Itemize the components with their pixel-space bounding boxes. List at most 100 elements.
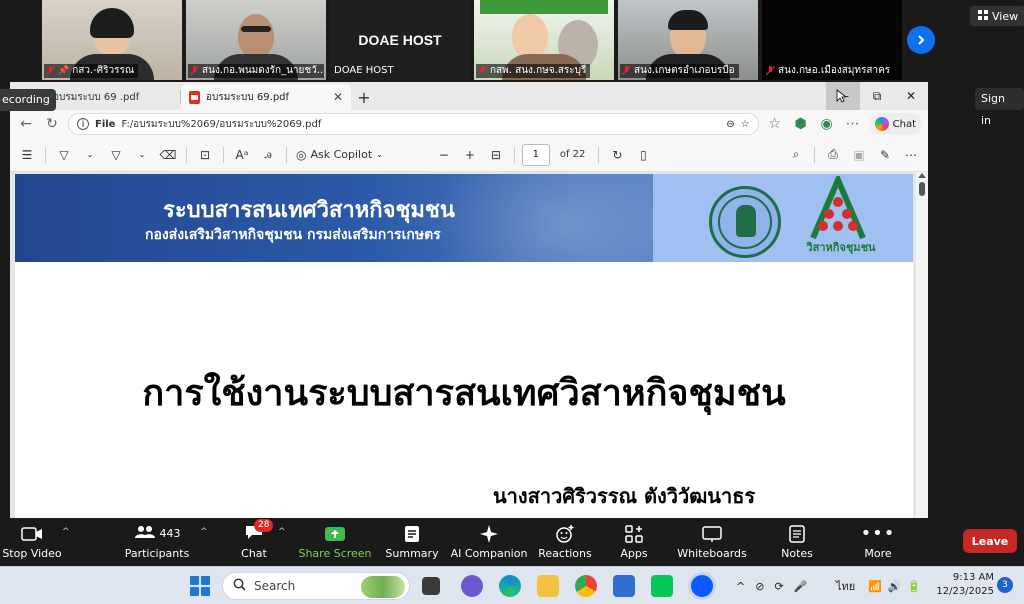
edge-browser-icon[interactable] <box>499 575 521 597</box>
banner-subtitle: กองส่งเสริมวิสาหกิจชุมชน กรมส่งเสริมการเ… <box>145 227 441 243</box>
page-view-icon[interactable]: ▯ <box>632 143 654 167</box>
notes-button[interactable]: Notes <box>778 518 816 564</box>
input-language-indicator[interactable]: ไทย <box>836 567 855 604</box>
share-screen-button[interactable]: Share Screen <box>298 518 372 564</box>
translate-icon[interactable]: ꭿ <box>257 143 279 167</box>
host-label: DOAE HOST <box>358 32 442 48</box>
back-button[interactable]: ← <box>16 114 36 134</box>
banner-title: ระบบสารสนเทศวิสาหกิจชุมชน <box>163 198 455 223</box>
participant-tile[interactable]: สนง.กอ.พนมดงรัก_นายชวั... <box>186 0 326 80</box>
smiley-add-icon <box>555 523 575 545</box>
participant-tile[interactable]: กสพ. สนง.กษจ.สระบุรี <box>474 0 614 80</box>
zoom-control-bar: Stop Video ^ 443 Participants ^ 28 Chat … <box>0 518 1024 564</box>
task-view-icon[interactable] <box>422 577 440 595</box>
page-number-input[interactable]: 1 <box>521 143 550 166</box>
profile-icon[interactable]: ◉ <box>817 114 837 134</box>
reactions-button[interactable]: Reactions <box>538 518 592 564</box>
read-aloud-icon[interactable]: Aᵃ <box>231 143 253 167</box>
microsoft-store-icon[interactable] <box>613 575 635 597</box>
search-icon[interactable]: ⌕ <box>785 143 807 167</box>
participant-tile[interactable]: DOAE HOST DOAE HOST <box>330 0 470 80</box>
stop-video-button[interactable]: Stop Video <box>2 518 62 564</box>
view-button[interactable]: View <box>970 6 1024 26</box>
microphone-icon[interactable]: 🎤 <box>794 580 808 593</box>
participants-button[interactable]: 443 Participants <box>125 518 189 564</box>
close-window-button[interactable]: ✕ <box>894 82 928 110</box>
chat-unread-badge: 28 <box>254 518 274 532</box>
more-options-icon[interactable]: ⋯ <box>900 143 922 167</box>
highlight-icon[interactable]: ▽ <box>53 143 75 167</box>
text-box-icon[interactable]: ⊡ <box>194 143 216 167</box>
contents-icon[interactable]: ☰ <box>16 143 38 167</box>
battery-icon[interactable]: 🔋 <box>907 580 921 593</box>
draw-icon[interactable]: ▽ <box>105 143 127 167</box>
extension-icon[interactable]: ⬢ <box>791 114 811 134</box>
teams-chat-icon[interactable] <box>461 575 483 597</box>
leave-meeting-button[interactable]: Leave <box>963 529 1017 553</box>
participant-tile[interactable]: 📌 กสว.-ศิริวรรณ <box>42 0 182 80</box>
plus-icon: + <box>357 87 371 107</box>
taskbar-clock[interactable]: 9:13 AM 12/23/2025 <box>936 571 994 599</box>
zoom-in-button[interactable]: + <box>459 143 481 167</box>
participants-icon <box>134 525 156 542</box>
chevron-up-icon[interactable]: ^ <box>278 527 286 537</box>
save-icon[interactable]: ▣ <box>848 143 870 167</box>
save-as-icon[interactable]: ✎ <box>874 143 896 167</box>
address-bar: ← ↻ i File F:/อบรมระบบ%2069/อบรมระบบ%206… <box>10 110 928 138</box>
taskbar-search-input[interactable]: Search <box>222 572 410 600</box>
chrome-browser-icon[interactable] <box>575 575 597 597</box>
file-explorer-icon[interactable] <box>537 575 559 597</box>
close-tab-icon[interactable]: ✕ <box>333 90 343 104</box>
participant-tile[interactable]: สนง.กษอ.เมืองสมุทรสาคร <box>762 0 902 80</box>
url-input[interactable]: i File F:/อบรมระบบ%2069/อบรมระบบ%2069.pd… <box>68 113 759 135</box>
chevron-down-icon[interactable]: ⌄ <box>131 143 153 167</box>
rotate-icon[interactable]: ↻ <box>606 143 628 167</box>
tab-training-pdf[interactable]: อบรมระบบ 69.pdf ✕ <box>181 84 351 110</box>
sync-icon[interactable]: ⟳ <box>774 580 783 593</box>
chevron-down-icon[interactable]: ⌄ <box>79 143 101 167</box>
favorites-icon[interactable]: ☆ <box>765 114 785 134</box>
print-icon[interactable]: ⎙ <box>822 143 844 167</box>
chevron-up-icon[interactable]: ^ <box>736 580 745 593</box>
fit-page-icon[interactable]: ⊟ <box>485 143 507 167</box>
copilot-chat-button[interactable]: Chat <box>868 113 922 135</box>
next-page-button[interactable] <box>907 26 935 54</box>
new-tab-button[interactable]: + <box>351 84 377 110</box>
scroll-thumb[interactable] <box>919 182 925 196</box>
apps-button[interactable]: Apps <box>616 518 652 564</box>
logo-caption: วิสาหกิจชุมชน <box>806 241 876 254</box>
zoom-out-button[interactable]: − <box>433 143 455 167</box>
chat-button[interactable]: 28 Chat <box>238 518 274 564</box>
notification-badge[interactable]: 3 <box>997 577 1013 593</box>
screen: 📌 กสว.-ศิริวรรณ สนง.กอ.พนมดงรัก_นายชวั..… <box>0 0 1024 604</box>
refresh-button[interactable]: ↻ <box>42 114 62 134</box>
participant-name: DOAE HOST <box>334 65 394 76</box>
volume-icon[interactable]: 🔊 <box>888 580 902 593</box>
chevron-up-icon[interactable]: ^ <box>200 527 208 537</box>
restore-icon: ⧉ <box>872 88 882 103</box>
participant-name: 📌 กสว.-ศิริวรรณ <box>44 64 139 78</box>
more-menu-icon[interactable]: ⋯ <box>843 114 863 134</box>
pdf-scrollbar[interactable] <box>916 172 928 518</box>
mic-muted-icon <box>190 66 199 76</box>
ask-copilot-button[interactable]: ◎ Ask Copilot ⌄ <box>294 143 385 167</box>
wifi-icon[interactable]: 📶 <box>868 580 882 593</box>
whiteboards-button[interactable]: Whiteboards <box>677 518 747 564</box>
more-button[interactable]: ••• More <box>860 518 896 564</box>
favorite-star-icon[interactable]: ☆ <box>741 119 750 130</box>
line-app-icon[interactable] <box>651 575 673 597</box>
eraser-icon[interactable]: ⌫ <box>157 143 179 167</box>
ai-companion-button[interactable]: AI Companion <box>451 518 527 564</box>
pin-icon: 📌 <box>58 66 70 76</box>
grid-icon <box>978 9 988 23</box>
scroll-up-icon[interactable] <box>918 173 926 178</box>
windows-start-icon[interactable] <box>190 576 210 596</box>
participant-tile[interactable]: สนง.เกษตรอำเภอบรบือ <box>618 0 758 80</box>
summary-button[interactable]: Summary <box>385 518 439 564</box>
restore-button[interactable]: ⧉ <box>860 82 894 110</box>
bluetooth-off-icon[interactable]: ⊘ <box>755 580 764 593</box>
signin-button[interactable]: Sign in <box>975 88 1024 127</box>
zoom-app-icon[interactable] <box>691 575 713 597</box>
chevron-up-icon[interactable]: ^ <box>62 527 70 537</box>
zoom-icon[interactable]: ⊖ <box>726 119 734 130</box>
